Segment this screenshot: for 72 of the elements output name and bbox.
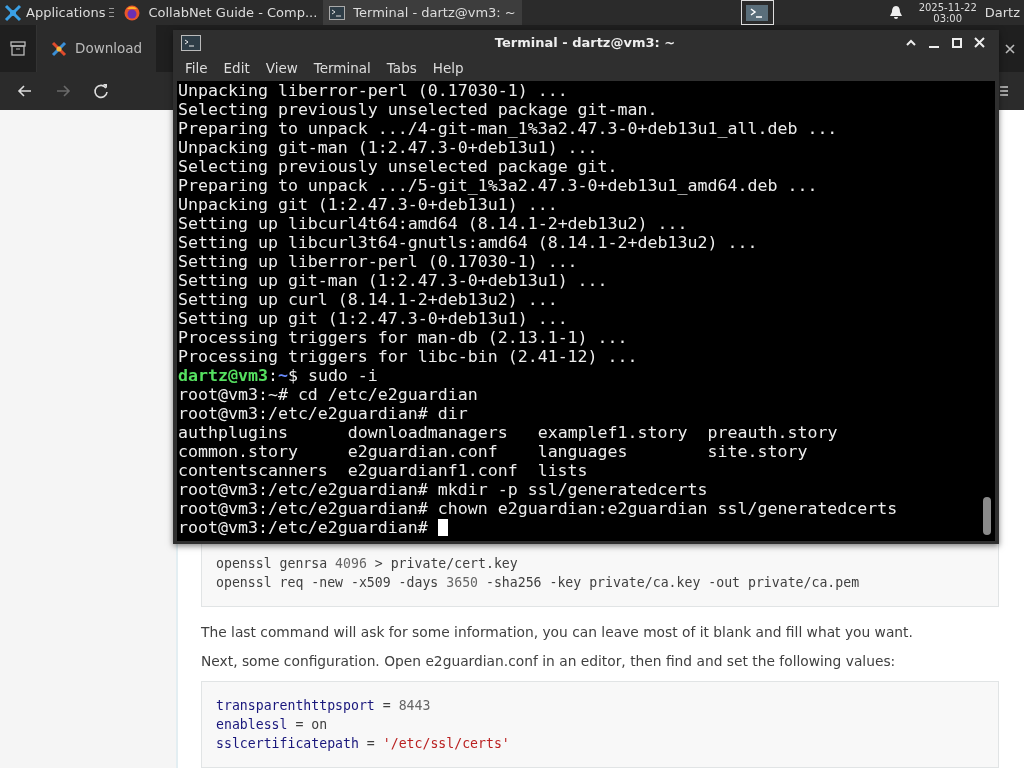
menu-icon [1000, 86, 1008, 96]
terminal-line: Processing triggers for man-db (2.13.1-1) ... [178, 328, 629, 347]
terminal-line: Unpacking liberror-perl (0.17030-1) ... [178, 81, 569, 100]
code-line: openssl req -new -x509 -days 3650 -sha256 -key private/ca.key -out private/ca.pem [216, 574, 861, 592]
close-icon [1005, 43, 1015, 54]
minimize-icon [928, 45, 939, 48]
terminal-icon [746, 4, 769, 21]
file-name: site.story [707, 442, 808, 461]
terminal-line: Setting up git (1:2.47.3-0+deb13u1) ... [178, 309, 569, 328]
window-title: Terminal - dartz@vm3: ~ [493, 33, 677, 52]
cursor [437, 519, 448, 536]
clock-date: 2025-11-22 [918, 1, 977, 13]
terminal-icon [329, 5, 346, 20]
terminal-line: root@vm3:/etc/e2guardian# chown e2guardian:e2guardian ssl/generatedcerts [178, 499, 899, 518]
terminal-line: Unpacking git (1:2.47.3-0+deb13u1) ... [178, 195, 559, 214]
maximize-icon [951, 37, 962, 48]
file-name: common.story [178, 442, 298, 461]
logo-icon [4, 3, 22, 22]
close-icon [974, 37, 985, 48]
terminal-line: root@vm3:~# cd /etc/e2guardian [178, 385, 479, 404]
bell-icon [888, 5, 903, 20]
scrollbar-thumb[interactable] [983, 497, 991, 535]
taskbar-button[interactable]: CollabNet Guide - Comp... [118, 0, 324, 25]
terminal-icon [181, 34, 201, 51]
terminal-line: Preparing to unpack .../4-git-man_1%3a2.47.3-0+deb13u1_all.deb ... [178, 119, 839, 138]
file-name: authplugins [178, 423, 288, 442]
user-name[interactable]: Dartz [984, 2, 1024, 23]
reload-icon [92, 82, 110, 100]
menu-item[interactable]: File [185, 57, 216, 79]
workspace-button[interactable] [740, 0, 774, 25]
terminal-line: Unpacking git-man (1:2.47.3-0+deb13u1) ... [178, 138, 599, 157]
archive-icon [10, 41, 26, 56]
file-name: contentscanners [178, 461, 328, 480]
paragraph: Next, some configuration. Open e2guardian.conf in an editor, then find and set the following values: [201, 652, 897, 670]
terminal-line: Setting up git-man (1:2.47.3-0+deb13u1) ... [178, 271, 609, 290]
taskbar-button[interactable]: Terminal - dartz@vm3: ~ [323, 0, 522, 25]
file-name: lists [537, 461, 588, 480]
terminal-line: dartz@vm3:~$ sudo -i [178, 366, 379, 385]
terminal-line: Setting up libcurl4t64:amd64 (8.14.1-2+deb13u2) ... [178, 214, 689, 233]
terminal-line: root@vm3:/etc/e2guardian# mkdir -p ssl/generatedcerts [178, 480, 709, 499]
paragraph: The last command will ask for some information, you can leave most of it blank and fill what you want. [201, 623, 914, 641]
terminal-line: Selecting previously unselected package git. [178, 157, 619, 176]
applications-menu[interactable]: Applications [0, 2, 110, 23]
terminal-line: Setting up liberror-perl (0.17030-1) ... [178, 252, 579, 271]
browser-icon [124, 4, 141, 21]
terminal-line: Setting up libcurl3t64-gnutls:amd64 (8.14.1-2+deb13u2) ... [178, 233, 759, 252]
terminal-line: Selecting previously unselected package git-man. [178, 100, 659, 119]
terminal-line: root@vm3:/etc/e2guardian# [178, 518, 429, 537]
menu-item[interactable]: Terminal [313, 57, 379, 79]
browser-tab[interactable]: Download [36, 25, 157, 72]
menu-item[interactable]: Edit [223, 57, 258, 79]
code-line: transparenthttpsport = 8443 [216, 697, 432, 715]
file-name: e2guardian.conf [347, 442, 498, 461]
clock-time: 03:00 [932, 12, 964, 24]
terminal-line: Processing triggers for libc-bin (2.41-12) ... [178, 347, 639, 366]
menu-item[interactable]: Help [432, 57, 472, 79]
file-name: languages [537, 442, 628, 461]
menu-item[interactable]: Tabs [386, 57, 425, 79]
file-name: examplef1.story [537, 423, 688, 442]
terminal-line: Preparing to unpack .../5-git_1%3a2.47.3-0+deb13u1_amd64.deb ... [178, 176, 819, 195]
code-line: enablessl = on [216, 716, 329, 734]
terminal-line: root@vm3:/etc/e2guardian# dir [178, 404, 469, 423]
handle-icon [109, 8, 115, 17]
caret-icon [905, 39, 916, 46]
code-line: openssl genrsa 4096 > private/cert.key [216, 555, 519, 573]
terminal-line: Setting up curl (8.14.1-2+deb13u2) ... [178, 290, 559, 309]
file-name: downloadmanagers [347, 423, 508, 442]
menu-item[interactable]: View [265, 57, 306, 79]
file-name: e2guardianf1.conf [347, 461, 518, 480]
code-line: sslcertificatepath = '/etc/ssl/certs' [216, 735, 511, 753]
file-name: preauth.story [707, 423, 838, 442]
site-icon [51, 40, 67, 57]
